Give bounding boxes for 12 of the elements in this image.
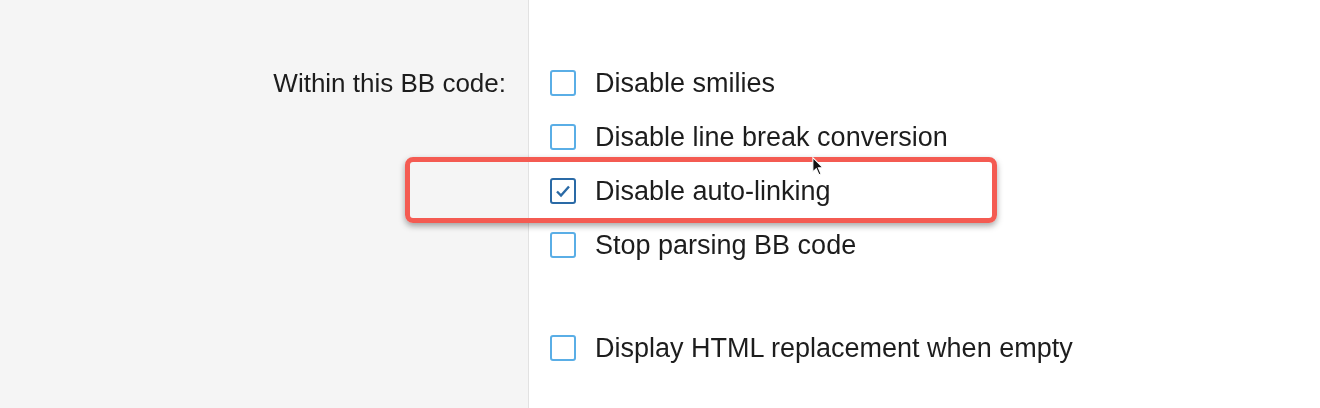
checkbox[interactable] xyxy=(550,124,576,150)
checkbox-label: Disable line break conversion xyxy=(595,123,948,151)
checkmark-icon xyxy=(555,184,571,198)
checkbox[interactable] xyxy=(550,70,576,96)
checkbox[interactable] xyxy=(550,178,576,204)
checkbox-label: Disable auto-linking xyxy=(595,177,831,205)
checkbox[interactable] xyxy=(550,232,576,258)
field-label: Within this BB code: xyxy=(273,66,506,100)
checkbox-label: Display HTML replacement when empty xyxy=(595,334,1073,362)
checkbox-label: Stop parsing BB code xyxy=(595,231,857,259)
checkbox[interactable] xyxy=(550,335,576,361)
checkbox-label: Disable smilies xyxy=(595,69,776,97)
